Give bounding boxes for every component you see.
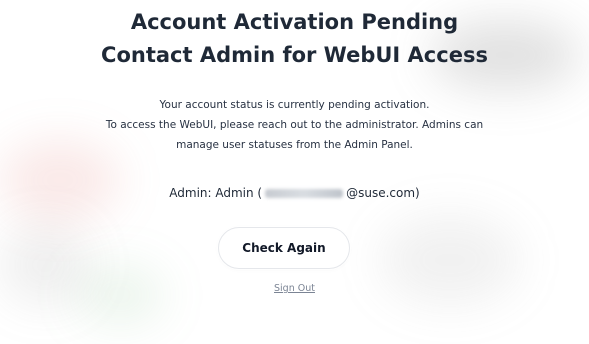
pending-message: Your account status is currently pending…	[20, 95, 569, 155]
title-line-account-activation: Account Activation Pending	[130, 10, 459, 34]
redacted-email	[265, 189, 344, 198]
activation-pending-page: Account Activation Pending Contact Admin…	[0, 0, 589, 344]
message-line-2: To access the WebUI, please reach out to…	[105, 119, 484, 131]
admin-email-domain: @suse.com)	[346, 186, 420, 200]
sign-out-link[interactable]: Sign Out	[0, 282, 589, 296]
admin-label: Admin: Admin (	[169, 186, 263, 200]
check-again-button[interactable]: Check Again	[218, 227, 350, 269]
title-line-contact-admin: Contact Admin for WebUI Access	[101, 43, 488, 67]
content-panel: Account Activation Pending Contact Admin…	[0, 0, 589, 344]
admin-contact: Admin: Admin ( @suse.com)	[0, 183, 589, 203]
page-title: Account Activation Pending Contact Admin…	[0, 6, 589, 72]
message-line-3: manage user statuses from the Admin Pane…	[176, 139, 413, 151]
message-line-1: Your account status is currently pending…	[159, 99, 430, 111]
